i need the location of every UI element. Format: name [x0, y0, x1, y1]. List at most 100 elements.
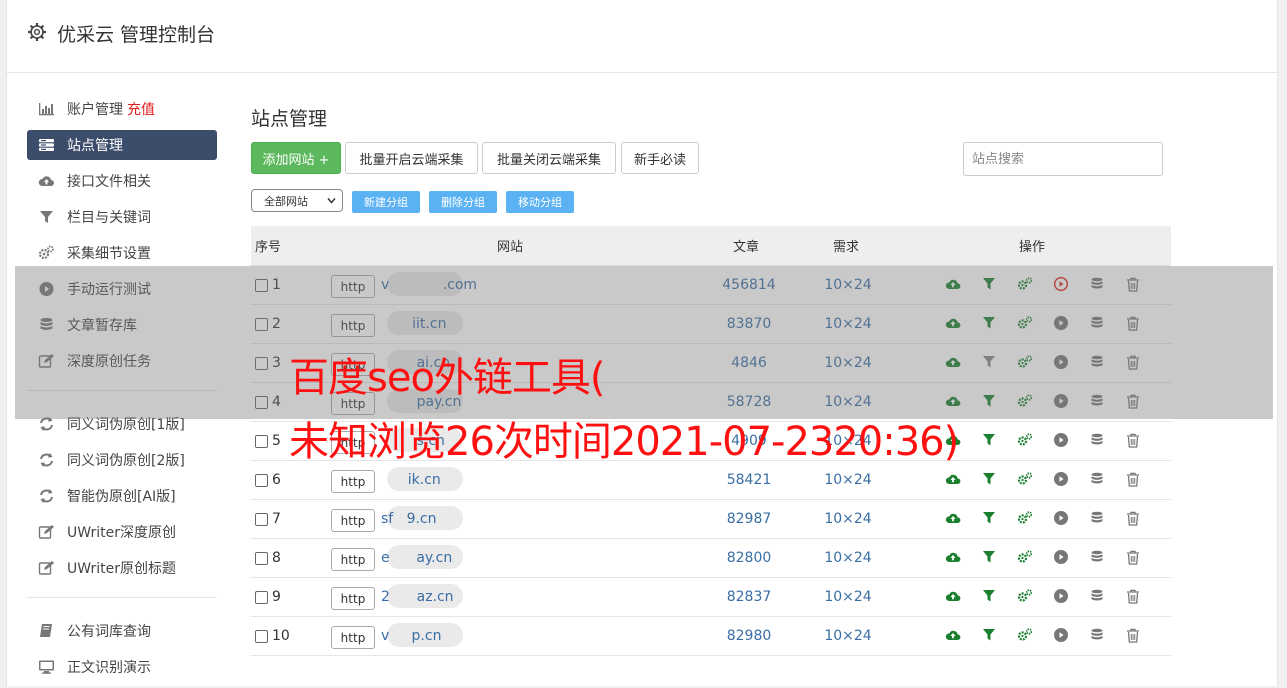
row-number: 10	[255, 628, 290, 644]
site-link[interactable]: sf 9.cn	[381, 511, 437, 527]
sidebar-item-ai-rewrite[interactable]: 智能伪原创[AI版]	[27, 481, 217, 511]
site-link[interactable]: v p.cn	[381, 628, 441, 644]
demand-link[interactable]: 10×24	[808, 628, 888, 644]
page-title: 站点管理	[251, 108, 328, 130]
play-circle-icon[interactable]	[1043, 511, 1079, 527]
filter-icon[interactable]	[971, 511, 1007, 527]
server-icon	[39, 139, 54, 151]
guide-button[interactable]: 新手必读	[621, 142, 699, 174]
trash-icon[interactable]	[1115, 433, 1151, 449]
article-count-link[interactable]: 58421	[709, 472, 789, 488]
article-count-link[interactable]: 82987	[709, 511, 789, 527]
trash-icon[interactable]	[1115, 550, 1151, 566]
sidebar-item-uwriter-deep[interactable]: UWriter深度原创	[27, 517, 217, 547]
add-site-button[interactable]: 添加网站 +	[251, 142, 341, 174]
play-circle-icon[interactable]	[1043, 472, 1079, 488]
site-link[interactable]: 2 az.cn	[381, 589, 454, 605]
gears-icon[interactable]	[1007, 511, 1043, 527]
row-checkbox[interactable]	[255, 512, 268, 526]
cloud-upload-icon[interactable]	[935, 472, 971, 488]
protocol-badge: http	[331, 587, 375, 610]
batch-close-button[interactable]: 批量关闭云端采集	[482, 142, 616, 174]
database-icon[interactable]	[1079, 433, 1115, 449]
table-row: 9 http 2 az.cn 82837 10×24	[251, 578, 1171, 617]
row-checkbox[interactable]	[255, 473, 268, 487]
recharge-link[interactable]: 充值	[127, 99, 155, 119]
gears-icon[interactable]	[1007, 472, 1043, 488]
article-count-link[interactable]: 82837	[709, 589, 789, 605]
demand-link[interactable]: 10×24	[808, 550, 888, 566]
sidebar-item-synonym-v2[interactable]: 同义词伪原创[2版]	[27, 445, 217, 475]
gears-icon[interactable]	[1007, 628, 1043, 644]
row-number: 6	[255, 472, 281, 488]
row-checkbox[interactable]	[255, 551, 268, 565]
trash-icon[interactable]	[1115, 472, 1151, 488]
row-checkbox[interactable]	[255, 434, 268, 448]
filter-icon[interactable]	[971, 628, 1007, 644]
gears-icon[interactable]	[1007, 433, 1043, 449]
sidebar-item-uwriter-title[interactable]: UWriter原创标题	[27, 553, 217, 583]
sidebar-item-text-recognition[interactable]: 正文识别演示	[27, 652, 217, 682]
demand-link[interactable]: 10×24	[808, 472, 888, 488]
sidebar-item-label: 同义词伪原创[2版]	[67, 453, 185, 469]
sidebar-item-interface-files[interactable]: 接口文件相关	[27, 166, 217, 196]
play-circle-icon[interactable]	[1043, 550, 1079, 566]
site-link[interactable]: e ay.cn	[381, 550, 452, 566]
article-count-link[interactable]: 82980	[709, 628, 789, 644]
sidebar-item-label: 站点管理	[67, 138, 123, 154]
sidebar-item-account[interactable]: 账户管理 充值	[27, 94, 217, 124]
cloud-upload-icon[interactable]	[935, 628, 971, 644]
table-row: 8 http e ay.cn 82800 10×24	[251, 539, 1171, 578]
batch-open-button[interactable]: 批量开启云端采集	[345, 142, 478, 174]
group-select-value: 全部网站	[264, 194, 308, 208]
move-group-button[interactable]: 移动分组	[506, 191, 574, 213]
database-icon[interactable]	[1079, 589, 1115, 605]
watermark-line-2: 未知浏览26次时间2021-07-2320:36)	[289, 419, 959, 465]
gears-icon[interactable]	[1007, 550, 1043, 566]
play-circle-icon[interactable]	[1043, 589, 1079, 605]
monitor-icon	[39, 660, 54, 674]
row-checkbox[interactable]	[255, 629, 268, 643]
trash-icon[interactable]	[1115, 589, 1151, 605]
demand-link[interactable]: 10×24	[808, 589, 888, 605]
database-icon[interactable]	[1079, 628, 1115, 644]
cloud-upload-icon[interactable]	[935, 511, 971, 527]
filter-icon[interactable]	[971, 472, 1007, 488]
cloud-upload-icon[interactable]	[935, 550, 971, 566]
play-circle-icon[interactable]	[1043, 628, 1079, 644]
sidebar-item-sites[interactable]: 站点管理	[27, 130, 217, 160]
gears-icon[interactable]	[1007, 589, 1043, 605]
header-actions: 操作	[1019, 240, 1046, 255]
site-search-input[interactable]	[963, 142, 1163, 176]
row-number-text: 6	[272, 472, 281, 488]
filter-icon[interactable]	[971, 550, 1007, 566]
sidebar-item-label: 智能伪原创[AI版]	[67, 489, 176, 505]
row-number-text: 7	[272, 511, 281, 527]
database-icon[interactable]	[1079, 511, 1115, 527]
gear-icon[interactable]	[27, 22, 47, 42]
trash-icon[interactable]	[1115, 511, 1151, 527]
filter-icon[interactable]	[971, 433, 1007, 449]
filter-icon[interactable]	[971, 589, 1007, 605]
sidebar-item-public-lexicon[interactable]: 公有词库查询	[27, 616, 217, 646]
top-bar: 优采云 管理控制台	[7, 0, 1277, 73]
database-icon[interactable]	[1079, 472, 1115, 488]
site-link[interactable]: ik.cn	[381, 472, 441, 488]
sidebar-item-label: 正文识别演示	[67, 660, 151, 676]
group-select[interactable]: 全部网站	[251, 189, 343, 212]
edit-icon	[38, 561, 54, 575]
database-icon[interactable]	[1079, 550, 1115, 566]
trash-icon[interactable]	[1115, 628, 1151, 644]
row-number: 9	[255, 589, 281, 605]
article-count-link[interactable]: 82800	[709, 550, 789, 566]
play-circle-icon[interactable]	[1043, 433, 1079, 449]
sidebar-item-columns-keywords[interactable]: 栏目与关键词	[27, 202, 217, 232]
new-group-button[interactable]: 新建分组	[352, 191, 420, 213]
sidebar-item-collect-settings[interactable]: 采集细节设置	[27, 238, 217, 268]
demand-link[interactable]: 10×24	[808, 511, 888, 527]
delete-group-button[interactable]: 删除分组	[429, 191, 497, 213]
cloud-upload-icon[interactable]	[935, 589, 971, 605]
row-actions	[935, 433, 1151, 449]
table-header: 序号 网站 文章 需求 操作	[251, 226, 1171, 266]
row-checkbox[interactable]	[255, 590, 268, 604]
